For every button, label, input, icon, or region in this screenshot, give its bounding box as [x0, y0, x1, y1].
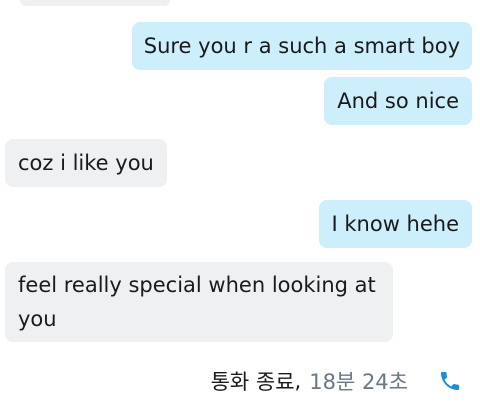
- phone-icon[interactable]: [438, 369, 462, 393]
- message-outgoing[interactable]: And so nice: [324, 77, 472, 125]
- message-text: I know hehe: [331, 212, 460, 236]
- message-outgoing[interactable]: Sure you r a such a smart boy: [131, 22, 472, 70]
- message-text: And so nice: [337, 89, 459, 113]
- message-incoming[interactable]: feel really special when looking at you: [5, 262, 393, 342]
- chat-transcript: Sure you r a such a smart boy And so nic…: [0, 0, 480, 415]
- message-text: feel really special when looking at you: [18, 273, 376, 331]
- message-text: Sure you r a such a smart boy: [143, 34, 460, 58]
- message-text: coz i like you: [18, 151, 154, 175]
- message-incoming[interactable]: coz i like you: [5, 139, 167, 187]
- previous-message-edge: [20, 0, 170, 6]
- message-outgoing[interactable]: I know hehe: [318, 200, 472, 248]
- call-separator: ,: [294, 369, 302, 393]
- call-duration: 18분 24초: [309, 370, 408, 394]
- call-ended-notice: 통화 종료 , 18분 24초: [211, 364, 462, 398]
- call-status: 통화 종료: [210, 370, 295, 394]
